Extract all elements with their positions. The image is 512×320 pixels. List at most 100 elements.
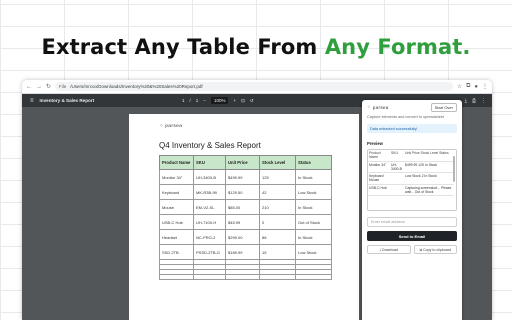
table-cell: $189.99 bbox=[225, 244, 260, 260]
report-logo: ⁘ parsea bbox=[159, 123, 183, 130]
empty-cell bbox=[295, 274, 332, 280]
table-cell: 0 bbox=[259, 214, 296, 230]
table-cell: 210 bbox=[259, 199, 296, 215]
zoom-level[interactable]: 100% bbox=[210, 97, 229, 104]
empty-cell bbox=[193, 274, 226, 280]
logo-icon: ⁘ bbox=[159, 123, 164, 129]
zoom-in-icon[interactable]: + bbox=[233, 98, 236, 103]
print-icon[interactable]: ⎙ bbox=[472, 98, 476, 104]
table-row: Keyboard MK-R3B-99 $129.50 42 Low Stock bbox=[159, 184, 332, 200]
page-number[interactable]: 1 bbox=[182, 98, 185, 103]
table-cell: MK-R3B-99 bbox=[193, 184, 226, 200]
preview-row: Monitor 34" UH-3400-B $499.99 125 In Sto… bbox=[368, 161, 454, 173]
back-icon[interactable]: ← bbox=[26, 84, 32, 90]
extensions-icon[interactable]: ⧉ bbox=[466, 83, 470, 90]
table-cell: 88 bbox=[259, 229, 296, 245]
table-cell: In Stock bbox=[295, 229, 332, 245]
table-cell: Headset bbox=[159, 229, 194, 245]
preview-cell bbox=[390, 184, 404, 196]
table-cell: Out of Stock bbox=[295, 214, 332, 230]
empty-cell bbox=[159, 274, 194, 280]
logo-text: parsea bbox=[165, 124, 183, 129]
parsea-logo-text: parsea bbox=[372, 104, 389, 110]
preview-cell: SKU bbox=[390, 150, 404, 162]
table-cell: $129.50 bbox=[225, 184, 260, 200]
preview-box[interactable]: Product Name SKU Unit Price Stock Level … bbox=[367, 149, 457, 211]
column-header: Unit Price bbox=[225, 155, 260, 170]
profile-icon[interactable]: ● bbox=[474, 84, 478, 90]
page-separator: / bbox=[189, 98, 191, 103]
preview-cell: Unit Price Stock Level Status bbox=[404, 150, 454, 162]
send-to-email-button[interactable]: Send to Email bbox=[367, 231, 457, 241]
table-cell: UH-3400-B bbox=[193, 169, 226, 185]
bookmark-star-icon[interactable]: ☆ bbox=[457, 83, 462, 90]
file-label: File bbox=[59, 84, 67, 89]
reload-icon[interactable]: ↻ bbox=[46, 83, 51, 90]
table-cell: 42 bbox=[259, 184, 296, 200]
email-input[interactable]: Enter email address bbox=[367, 217, 457, 227]
browser-window: ← → ↻ File /Users/mrcoo/Downloads/Invent… bbox=[22, 80, 492, 320]
panel-header: ⁘ parsea Start Over bbox=[362, 100, 462, 114]
table-cell: NC-PRO-2 bbox=[193, 229, 226, 245]
parsea-extension-panel: ⁘ parsea Start Over Capture elements and… bbox=[362, 100, 462, 320]
preview-row: Product Name SKU Unit Price Stock Level … bbox=[368, 150, 454, 162]
preview-row: Keyboard Mouse Low Stock 2 In Stock bbox=[368, 172, 454, 185]
preview-cell: Low Stock 2 In Stock bbox=[404, 172, 454, 185]
preview-cell: Monitor 34" bbox=[368, 161, 390, 173]
url-text: /Users/mrcoo/Downloads/Inventory%20&%20S… bbox=[70, 84, 203, 89]
headline: Extract Any Table From Any Format. bbox=[0, 35, 512, 59]
empty-cell bbox=[225, 274, 260, 280]
menu-icon[interactable]: ≡ bbox=[30, 98, 34, 104]
copy-label: Copy to clipboard bbox=[423, 247, 452, 252]
pdf-actions: ⤓ ⎙ ⋮ bbox=[465, 98, 486, 104]
forward-icon[interactable]: → bbox=[36, 84, 42, 90]
table-cell: PSSD-2TB-G bbox=[193, 244, 226, 260]
panel-subtitle: Capture elements and convert to spreadsh… bbox=[367, 115, 445, 119]
copy-button[interactable]: ⧉ Copy to clipboard bbox=[413, 245, 457, 254]
start-over-button[interactable]: Start Over bbox=[430, 102, 457, 112]
pdf-controls: 1 / 1 − 100% + ⊡ ↺ bbox=[182, 97, 254, 104]
table-cell: 15 bbox=[259, 244, 296, 260]
table-cell: $85.00 bbox=[225, 199, 260, 215]
column-header: SKU bbox=[193, 155, 226, 170]
browser-menu-icon[interactable]: ⋮ bbox=[482, 83, 488, 90]
table-cell: Low Stock bbox=[295, 184, 332, 200]
table-cell: Keyboard bbox=[159, 184, 194, 200]
fit-page-icon[interactable]: ⊡ bbox=[241, 98, 245, 104]
headline-text: Extract Any Table From bbox=[41, 35, 318, 59]
table-cell: 125 bbox=[259, 169, 296, 185]
address-bar: ← → ↻ File /Users/mrcoo/Downloads/Invent… bbox=[22, 80, 492, 94]
empty-row bbox=[159, 274, 332, 280]
rotate-icon[interactable]: ↺ bbox=[250, 98, 254, 104]
table-row: Mouse EM-V2-SL $85.00 210 In Stock bbox=[159, 199, 332, 215]
preview-cell: Product Name bbox=[368, 150, 390, 162]
table-cell: In Stock bbox=[295, 199, 332, 215]
zoom-out-icon[interactable]: − bbox=[203, 98, 206, 103]
pdf-page: ⁘ parsea Q4 Inventory & Sales Report Pro… bbox=[129, 114, 359, 320]
download-button[interactable]: ⤓ Download bbox=[367, 245, 411, 254]
preview-cell bbox=[390, 172, 404, 185]
table-row: SSD 2TB PSSD-2TB-G $189.99 15 Low Stock bbox=[159, 244, 332, 260]
table-cell: Mouse bbox=[159, 199, 194, 215]
table-cell: SSD 2TB bbox=[159, 244, 194, 260]
page-total: 1 bbox=[195, 98, 199, 103]
more-icon[interactable]: ⋮ bbox=[481, 98, 486, 104]
table-cell: Low Stock bbox=[295, 244, 332, 260]
preview-cell: Keyboard Mouse bbox=[368, 172, 390, 185]
table-cell: UH-7100-H bbox=[193, 214, 226, 230]
preview-scrollbar[interactable] bbox=[453, 156, 455, 182]
success-message: Data extracted successfully! bbox=[367, 124, 457, 133]
table-row: USB-C Hub UH-7100-H $45.99 0 Out of Stoc… bbox=[159, 214, 332, 230]
parsea-logo-icon: ⁘ bbox=[367, 104, 371, 109]
download-icon[interactable]: ⤓ bbox=[465, 98, 467, 104]
pdf-title: Inventory & Sales Report bbox=[39, 98, 95, 103]
table-cell: In Stock bbox=[295, 169, 332, 185]
url-field[interactable]: File /Users/mrcoo/Downloads/Inventory%20… bbox=[55, 82, 453, 91]
column-header: Product Name bbox=[159, 155, 194, 170]
report-title: Q4 Inventory & Sales Report bbox=[159, 141, 261, 150]
empty-cell bbox=[259, 274, 296, 280]
table-row: Headset NC-PRO-2 $299.00 88 In Stock bbox=[159, 229, 332, 245]
table-cell: EM-V2-SL bbox=[193, 199, 226, 215]
download-icon: ⤓ bbox=[379, 247, 382, 252]
preview-cell: $499.99 125 In Stock bbox=[404, 161, 454, 173]
